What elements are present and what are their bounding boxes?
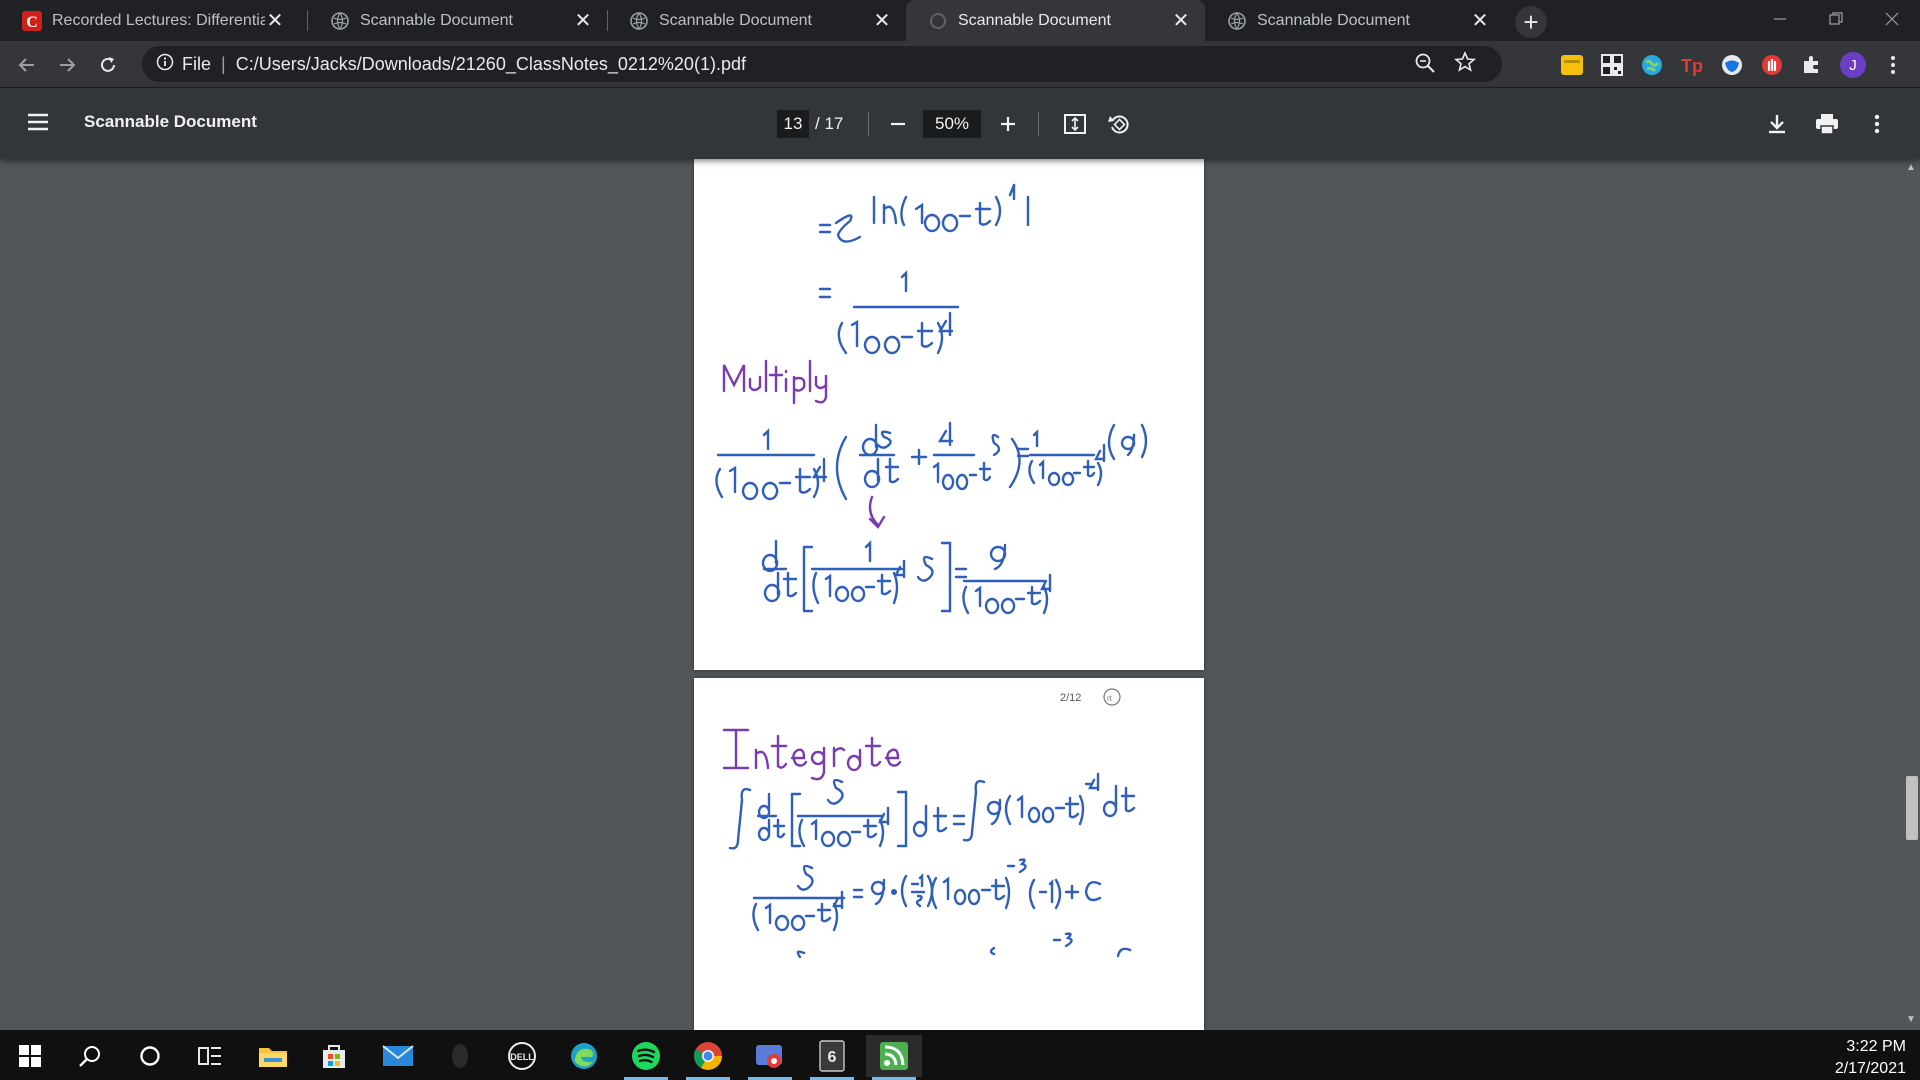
window-controls bbox=[1752, 0, 1920, 38]
system-clock[interactable]: 3:22 PM 2/17/2021 bbox=[1835, 1036, 1906, 1080]
download-icon[interactable] bbox=[1761, 108, 1793, 140]
rotate-icon[interactable] bbox=[1103, 108, 1135, 140]
close-window-icon[interactable] bbox=[1864, 0, 1920, 38]
tab-recorded-lectures[interactable]: C Recorded Lectures: Differential Eq ✕ bbox=[0, 0, 299, 41]
scrollbar-thumb[interactable] bbox=[1906, 776, 1918, 840]
pdf-page: 2/12 rt Integrate bbox=[694, 678, 1204, 1030]
zoom-out-icon[interactable] bbox=[882, 108, 914, 140]
profile-avatar[interactable]: J bbox=[1840, 52, 1866, 78]
extension-tp-icon[interactable]: Tp bbox=[1679, 52, 1705, 78]
extension-mask-icon[interactable] bbox=[1719, 52, 1745, 78]
url-text[interactable]: C:/Users/Jacks/Downloads/21260_ClassNote… bbox=[236, 54, 746, 75]
rainbow-six-icon[interactable]: 6 bbox=[804, 1035, 860, 1080]
close-tab-icon[interactable]: ✕ bbox=[265, 10, 285, 32]
edge-icon[interactable] bbox=[556, 1035, 612, 1077]
dell-icon[interactable]: DELL bbox=[494, 1035, 550, 1077]
restore-icon[interactable] bbox=[1808, 0, 1864, 38]
spotify-icon[interactable] bbox=[618, 1035, 674, 1080]
reload-icon[interactable] bbox=[91, 48, 125, 82]
extensions-puzzle-icon[interactable] bbox=[1799, 52, 1825, 78]
vertical-scrollbar[interactable]: ▲ ▼ bbox=[1902, 159, 1920, 1030]
close-tab-icon[interactable]: ✕ bbox=[1171, 10, 1191, 32]
svg-text:DELL: DELL bbox=[510, 1052, 534, 1062]
new-tab-button[interactable]: + bbox=[1515, 6, 1547, 38]
scroll-up-icon[interactable]: ▲ bbox=[1906, 163, 1916, 173]
address-separator: | bbox=[221, 53, 226, 74]
browser-menu-icon[interactable] bbox=[1880, 52, 1906, 78]
close-tab-icon[interactable]: ✕ bbox=[573, 10, 593, 32]
minimize-icon[interactable] bbox=[1752, 0, 1808, 38]
close-tab-icon[interactable]: ✕ bbox=[872, 10, 892, 32]
page-indicator: 13 / 17 bbox=[777, 110, 843, 138]
tab-title: Scannable Document bbox=[958, 11, 1111, 29]
extension-globe-icon[interactable] bbox=[1639, 52, 1665, 78]
tab-scannable-document-active[interactable]: Scannable Document ✕ bbox=[906, 0, 1205, 41]
heading-integrate: Integrate bbox=[724, 771, 728, 774]
bookmark-star-icon[interactable] bbox=[1454, 50, 1476, 78]
page-number-input[interactable]: 13 bbox=[777, 110, 809, 138]
address-bar[interactable]: File | C:/Users/Jacks/Downloads/21260_Cl… bbox=[142, 46, 1502, 82]
extension-yellow-icon[interactable] bbox=[1559, 52, 1585, 78]
svg-text:6: 6 bbox=[828, 1049, 837, 1066]
heading-multiply: Multiply bbox=[724, 402, 728, 405]
tab-scannable-document-2[interactable]: Scannable Document ✕ bbox=[607, 0, 906, 41]
tab-title: Scannable Document bbox=[360, 11, 513, 29]
page-zoom-icon[interactable] bbox=[1414, 52, 1436, 79]
page-header-note: 2/12 bbox=[1060, 692, 1081, 704]
hamburger-menu-icon[interactable] bbox=[26, 110, 56, 138]
forward-icon[interactable] bbox=[50, 48, 84, 82]
zoom-level-input[interactable]: 50% bbox=[923, 110, 981, 138]
microsoft-store-icon[interactable] bbox=[306, 1035, 362, 1077]
scheme-label: File bbox=[182, 53, 212, 74]
svg-text:Tp: Tp bbox=[1681, 56, 1703, 76]
tab-scannable-document-4[interactable]: Scannable Document ✕ bbox=[1205, 0, 1504, 41]
page-total: / 17 bbox=[815, 114, 844, 133]
browser-toolbar: File | C:/Users/Jacks/Downloads/21260_Cl… bbox=[0, 41, 1920, 88]
tab-strip: C Recorded Lectures: Differential Eq ✕ S… bbox=[0, 0, 1920, 41]
chrome-icon[interactable] bbox=[680, 1035, 736, 1080]
clock-date: 2/17/2021 bbox=[1834, 1060, 1906, 1077]
mail-icon[interactable] bbox=[370, 1035, 426, 1077]
pdf-page: Multiply bbox=[694, 159, 1204, 670]
alienware-icon[interactable] bbox=[432, 1035, 488, 1077]
rss-app-icon[interactable] bbox=[866, 1035, 922, 1080]
close-tab-icon[interactable]: ✕ bbox=[1470, 10, 1490, 32]
snip-sketch-icon[interactable] bbox=[742, 1035, 798, 1080]
svg-text:C: C bbox=[26, 14, 38, 31]
tab-scannable-document-1[interactable]: Scannable Document ✕ bbox=[308, 0, 607, 41]
extension-qr-icon[interactable] bbox=[1599, 52, 1625, 78]
print-icon[interactable] bbox=[1811, 108, 1843, 140]
search-icon[interactable] bbox=[62, 1035, 118, 1077]
globe-icon bbox=[330, 11, 350, 31]
tab-title: Scannable Document bbox=[659, 11, 812, 29]
document-title: Scannable Document bbox=[84, 112, 257, 131]
tab-title: Scannable Document bbox=[1257, 11, 1410, 29]
canvas-c-icon: C bbox=[22, 10, 42, 31]
pdf-toolbar: Scannable Document 13 / 17 50% bbox=[0, 88, 1920, 159]
windows-start-icon[interactable] bbox=[2, 1035, 58, 1077]
globe-icon bbox=[1227, 11, 1247, 31]
svg-text:rt: rt bbox=[1107, 694, 1113, 703]
clock-time: 3:22 PM bbox=[1846, 1038, 1906, 1055]
handwritten-notes-page-2: 2/12 rt Integrate bbox=[722, 688, 1136, 959]
tab-title: Recorded Lectures: Differential Eq bbox=[52, 11, 265, 29]
extension-hand-icon[interactable] bbox=[1759, 52, 1785, 78]
handwritten-notes-page-1: Multiply bbox=[715, 183, 1148, 615]
pdf-viewer-area[interactable]: Multiply 2/12 rt Integrate ▲ ▼ bbox=[0, 159, 1920, 1030]
file-explorer-icon[interactable] bbox=[245, 1035, 301, 1077]
fit-to-page-icon[interactable] bbox=[1059, 108, 1091, 140]
info-icon[interactable] bbox=[156, 53, 174, 76]
pdf-more-icon[interactable] bbox=[1861, 108, 1893, 140]
scroll-down-icon[interactable]: ▼ bbox=[1906, 1015, 1916, 1025]
zoom-in-icon[interactable] bbox=[992, 108, 1024, 140]
globe-icon bbox=[629, 11, 649, 31]
loading-icon bbox=[928, 11, 948, 31]
task-view-icon[interactable] bbox=[182, 1035, 238, 1077]
cortana-icon[interactable] bbox=[122, 1035, 178, 1077]
back-icon[interactable] bbox=[10, 48, 44, 82]
windows-taskbar: DELL 6 3:22 PM 2/17/2021 bbox=[0, 1030, 1920, 1080]
